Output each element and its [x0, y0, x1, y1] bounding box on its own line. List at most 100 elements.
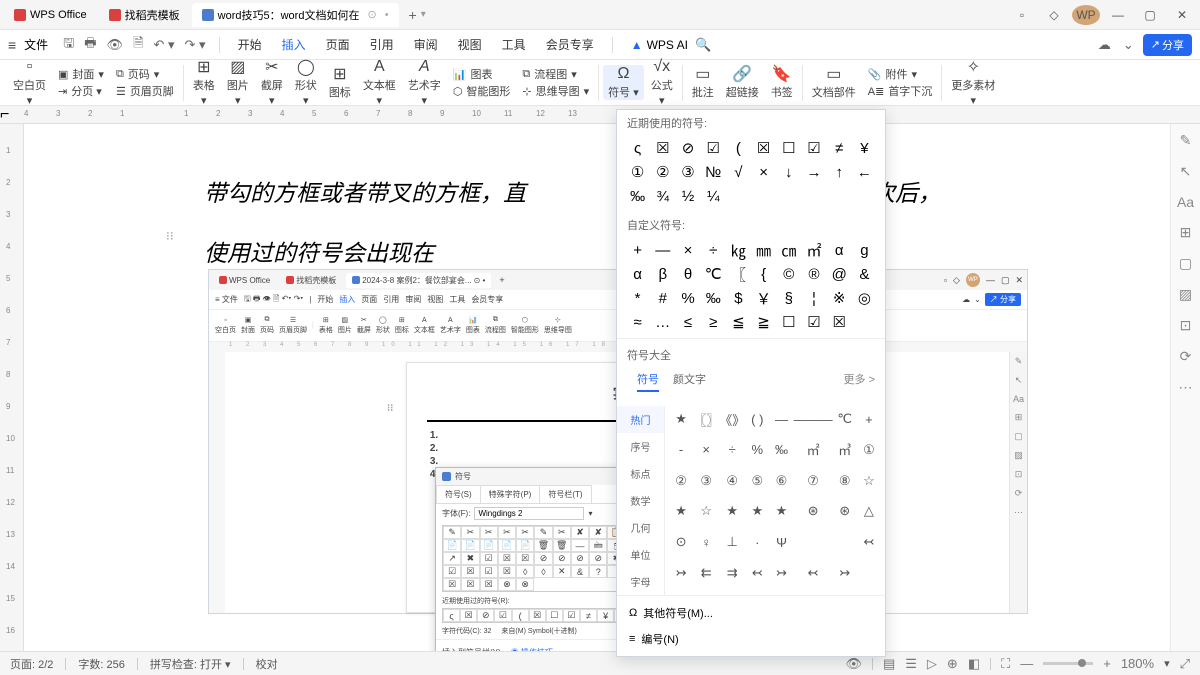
- symbol-item[interactable]: 🗑: [534, 539, 552, 552]
- symbol-item[interactable]: ⑥: [769, 470, 793, 492]
- symbol-item[interactable]: +: [625, 238, 650, 262]
- symbol-item[interactable]: ⊙: [669, 531, 693, 553]
- symbol-item[interactable]: ☑: [701, 136, 726, 160]
- menu-review[interactable]: 审阅: [406, 32, 446, 57]
- symbol-item[interactable]: ☑: [494, 609, 511, 622]
- symbol-item[interactable]: ⊗: [498, 578, 516, 591]
- close-button[interactable]: ✕: [1168, 8, 1196, 22]
- sidebar-more-icon[interactable]: ⋯: [1179, 379, 1193, 396]
- symbol-item[interactable]: ¥: [852, 136, 877, 160]
- symbol-item[interactable]: ℃: [833, 408, 857, 430]
- category-序号[interactable]: 序号: [617, 433, 664, 460]
- symbol-item[interactable]: ☑: [801, 136, 826, 160]
- symbol-item[interactable]: ⊘: [675, 136, 700, 160]
- ribbon-bookmark[interactable]: 🔖书签: [766, 65, 798, 100]
- symbol-item[interactable]: ☒: [480, 578, 498, 591]
- symbol-item[interactable]: ✖: [461, 552, 479, 565]
- symbol-item[interactable]: ㎝: [776, 238, 801, 262]
- ribbon-wordart[interactable]: A艺术字 ▾: [403, 58, 446, 107]
- symbol-item[interactable]: ✕: [553, 565, 571, 578]
- symbol-item[interactable]: ↣: [833, 562, 857, 584]
- cloud-icon[interactable]: ☁: [1098, 37, 1111, 53]
- symbol-item[interactable]: ☒: [498, 565, 516, 578]
- symbol-item[interactable]: ↢: [857, 531, 881, 553]
- ribbon-more-material[interactable]: ✧更多素材 ▾: [946, 58, 1000, 107]
- symbol-item[interactable]: ☒: [460, 609, 477, 622]
- menu-page[interactable]: 页面: [318, 32, 358, 57]
- export-icon[interactable]: 🗎: [133, 34, 143, 56]
- ribbon-textbox[interactable]: A文本框 ▾: [358, 58, 401, 107]
- symbol-item[interactable]: &: [571, 565, 589, 578]
- symbol-item[interactable]: ⑤: [745, 470, 769, 492]
- symbol-item[interactable]: ※: [827, 286, 852, 310]
- numbering-button[interactable]: ≡编号(N): [617, 626, 885, 652]
- symbol-item[interactable]: 《》: [719, 408, 745, 430]
- symbol-item[interactable]: ×: [675, 238, 700, 262]
- symbol-item[interactable]: ☐: [776, 310, 801, 334]
- sidebar-refresh-icon[interactable]: ⟳: [1180, 348, 1192, 365]
- app-tab-wps[interactable]: WPS Office: [4, 3, 97, 27]
- menu-vip[interactable]: 会员专享: [538, 32, 602, 57]
- symbol-item[interactable]: ⊛: [833, 500, 857, 522]
- symbol-item[interactable]: ★: [669, 408, 693, 430]
- symbol-item[interactable]: 〖〗: [693, 408, 719, 430]
- panel-tab-kaomoji[interactable]: 颜文字: [673, 371, 706, 392]
- undo-icon[interactable]: ↶ ▾: [154, 37, 175, 53]
- sidebar-aa-icon[interactable]: Aa: [1177, 194, 1194, 210]
- symbol-item[interactable]: ↣: [669, 562, 693, 584]
- document-page[interactable]: 带勾的方框或者带叉的方框，直乍一次后， 使用过的符号会出现在 ⁝⁝ WPS Of…: [24, 124, 1200, 651]
- app-tab-document[interactable]: word技巧5：word文档如何在⊙•: [192, 3, 399, 27]
- symbol-item[interactable]: ⊘: [571, 552, 589, 565]
- symbol-item[interactable]: ↢: [794, 562, 833, 584]
- symbol-item[interactable]: ÷: [701, 238, 726, 262]
- symbol-item[interactable]: 〖: [726, 262, 751, 286]
- more-link[interactable]: 更多 >: [844, 371, 875, 398]
- view-eye-icon[interactable]: 👁: [845, 656, 862, 672]
- symbol-item[interactable]: ☒: [516, 552, 534, 565]
- symbol-item[interactable]: ⇉: [719, 562, 745, 584]
- ribbon-screenshot[interactable]: ✂截屏 ▾: [256, 58, 288, 107]
- ribbon-split[interactable]: ⇥分页 ▾: [53, 83, 109, 99]
- symbol-item[interactable]: *: [625, 286, 650, 310]
- symbol-item[interactable]: ②: [669, 470, 693, 492]
- symbol-item[interactable]: +: [857, 408, 881, 430]
- ribbon-flowchart[interactable]: ⧉流程图 ▾: [517, 66, 594, 82]
- symbol-item[interactable]: &: [852, 262, 877, 286]
- preview-icon[interactable]: 👁: [107, 37, 124, 53]
- redo-icon[interactable]: ↷ ▾: [185, 37, 206, 53]
- sidebar-grid-icon[interactable]: ⊞: [1180, 224, 1192, 241]
- tab-menu[interactable]: ▾: [421, 9, 426, 20]
- view-mode-2[interactable]: ☰: [905, 656, 917, 672]
- symbol-item[interactable]: 📄: [516, 539, 534, 552]
- symbol-item[interactable]: ⊛: [794, 500, 833, 522]
- symbol-item[interactable]: ς: [443, 609, 460, 622]
- symbol-item[interactable]: ☑: [443, 565, 461, 578]
- symbol-item[interactable]: ♀: [693, 531, 719, 553]
- symbol-item[interactable]: ↣: [769, 562, 793, 584]
- symbol-item[interactable]: ☒: [650, 136, 675, 160]
- symbol-item[interactable]: %: [675, 286, 700, 310]
- app-tab-daoke[interactable]: 找稻壳模板: [99, 3, 190, 27]
- ribbon-comment[interactable]: ▭批注: [687, 65, 719, 100]
- symbol-item[interactable]: ☆: [857, 470, 881, 492]
- symbol-item[interactable]: §: [776, 286, 801, 310]
- symbol-item[interactable]: 📄: [443, 539, 461, 552]
- minimize-button[interactable]: —: [1104, 8, 1132, 22]
- symbol-item[interactable]: ☐: [776, 136, 801, 160]
- dialog-tab-special[interactable]: 特殊字符(P): [480, 485, 541, 503]
- symbol-item[interactable]: ≤: [675, 310, 700, 334]
- fit-icon[interactable]: ⛶: [1001, 656, 1010, 672]
- category-标点[interactable]: 标点: [617, 460, 664, 487]
- status-page[interactable]: 页面: 2/2: [10, 656, 53, 672]
- symbol-item[interactable]: ☑: [563, 609, 580, 622]
- font-select[interactable]: [474, 507, 584, 520]
- ribbon-cover[interactable]: ▣封面 ▾: [53, 66, 109, 82]
- chevron-icon[interactable]: ⌄: [1123, 37, 1134, 53]
- zoom-level[interactable]: 180%: [1121, 656, 1154, 671]
- other-symbols-button[interactable]: Ω其他符号(M)...: [617, 600, 885, 626]
- symbol-item[interactable]: ¦: [801, 286, 826, 310]
- ribbon-mindmap[interactable]: ⊹思维导图 ▾: [517, 83, 594, 99]
- print-icon[interactable]: 🖶: [84, 34, 96, 56]
- new-tab-button[interactable]: +: [409, 7, 417, 23]
- symbol-item[interactable]: ℃: [701, 262, 726, 286]
